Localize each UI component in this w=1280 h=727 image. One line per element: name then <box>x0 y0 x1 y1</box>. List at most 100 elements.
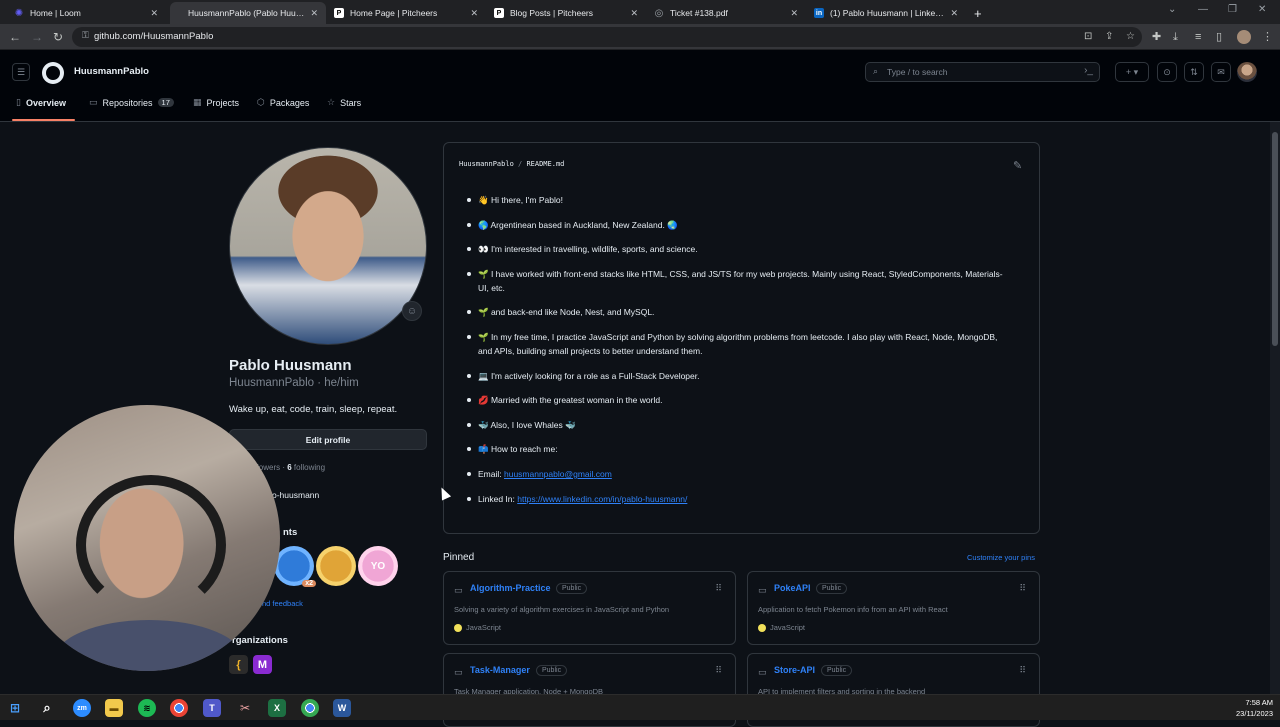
tab-repositories[interactable]: ▭ Repositories 17 <box>89 97 174 108</box>
scrollbar-thumb[interactable] <box>1272 132 1278 346</box>
chrome-profile-icon[interactable] <box>301 699 319 717</box>
system-clock[interactable]: 7:58 AM 23/11/2023 <box>1227 697 1273 719</box>
achievement-badge-quickdraw[interactable] <box>316 546 356 586</box>
zoom-icon[interactable]: zm <box>73 699 91 717</box>
linkedin-link[interactable]: https://www.linkedin.com/in/pablo-huusma… <box>517 494 687 504</box>
drag-handle-icon[interactable]: ⠿ <box>1019 583 1026 594</box>
github-header: ☰ HuusmannPablo ⌕ Type / to search ›_ + … <box>0 50 1280 122</box>
downloads-icon[interactable]: ⤓ <box>1173 29 1178 45</box>
repo-name-link[interactable]: Task-Manager <box>470 665 530 675</box>
close-icon[interactable]: ✕ <box>950 8 958 19</box>
tab-projects[interactable]: ▦ Projects <box>193 97 239 108</box>
browser-tab-linkedin[interactable]: in (1) Pablo Huusmann | LinkedIn ✕ <box>806 2 966 24</box>
teams-icon[interactable]: T <box>203 699 221 717</box>
pinned-repo-card[interactable]: ▭ PokeAPI Public ⠿ Application to fetch … <box>747 571 1040 645</box>
reload-icon[interactable]: ↻ <box>53 29 63 45</box>
chrome-icon[interactable] <box>170 699 188 717</box>
browser-toolbar: ← → ↻ ⚿ github.com/HuusmannPablo ⊡ ⇪ ☆ ✚… <box>0 24 1280 50</box>
achievement-badge-pair[interactable]: x2 <box>274 546 316 587</box>
pencil-icon[interactable]: ✎ <box>1013 159 1022 172</box>
browser-tab-pitcheers-home[interactable]: P Home Page | Pitcheers ✕ <box>326 2 486 24</box>
linkedin-icon: in <box>814 8 824 18</box>
repo-name-link[interactable]: PokeAPI <box>774 583 811 593</box>
close-icon[interactable]: ✕ <box>470 8 478 19</box>
following-label[interactable]: following <box>292 463 325 472</box>
browser-tab-ticket-pdf[interactable]: ◎ Ticket #138.pdf ✕ <box>646 2 806 24</box>
windows-start-icon[interactable]: ⊞ <box>6 699 24 717</box>
list-item: 🌎 Argentinean based in Auckland, New Zea… <box>467 218 1008 232</box>
bookmark-star-icon[interactable]: ☆ <box>1126 31 1135 42</box>
new-tab-button[interactable]: + <box>966 2 988 24</box>
close-window-icon[interactable]: ✕ <box>1258 4 1266 15</box>
readme-path-file[interactable]: README.md <box>526 160 564 168</box>
spotify-icon[interactable]: ≋ <box>138 699 156 717</box>
tab-stars[interactable]: ☆ Stars <box>327 97 361 108</box>
share-icon[interactable]: ⇪ <box>1105 31 1113 42</box>
visibility-badge: Public <box>816 583 848 594</box>
drag-handle-icon[interactable]: ⠿ <box>715 583 722 594</box>
tab-overview[interactable]: ▯ Overview <box>16 97 66 108</box>
clock-date: 23/11/2023 <box>1236 709 1273 718</box>
shirt-shape <box>54 620 244 671</box>
drag-handle-icon[interactable]: ⠿ <box>1019 665 1026 676</box>
create-new-button[interactable]: + ▾ <box>1115 62 1149 82</box>
list-item: 💻 I'm actively looking for a role as a F… <box>467 369 1008 383</box>
headset-shape <box>76 475 226 615</box>
email-link[interactable]: huusmannpablo@gmail.com <box>504 469 612 479</box>
repo-name-link[interactable]: Store-API <box>774 665 815 675</box>
repo-icon: ▭ <box>758 585 767 595</box>
notifications-icon[interactable]: ✉ <box>1211 62 1231 82</box>
pull-requests-icon[interactable]: ⇅ <box>1184 62 1204 82</box>
browser-tab-pitcheers-blog[interactable]: P Blog Posts | Pitcheers ✕ <box>486 2 646 24</box>
star-icon: ☆ <box>327 97 336 107</box>
org-avatar[interactable]: M <box>253 655 272 674</box>
tab-label: Projects <box>206 97 240 108</box>
tab-packages[interactable]: ⬡ Packages <box>257 97 309 108</box>
address-bar[interactable]: ⚿ github.com/HuusmannPablo ⊡ ⇪ ☆ <box>72 27 1142 47</box>
menu-icon[interactable]: ☰ <box>12 63 30 81</box>
repo-name-link[interactable]: Algorithm-Practice <box>470 583 551 593</box>
word-icon[interactable]: W <box>333 699 351 717</box>
edit-profile-button[interactable]: Edit profile <box>229 429 427 450</box>
close-icon[interactable]: ✕ <box>150 8 158 19</box>
close-icon[interactable]: ✕ <box>310 8 318 19</box>
command-palette-icon[interactable]: ›_ <box>1084 65 1093 76</box>
achievement-badge-yolo[interactable]: YO <box>358 546 398 586</box>
browser-tab-loom[interactable]: ✺ Home | Loom ✕ <box>6 2 166 24</box>
excel-icon[interactable]: X <box>268 699 286 717</box>
page-scrollbar[interactable] <box>1270 122 1280 694</box>
tab-search-icon[interactable]: ⌄ <box>1168 4 1176 15</box>
forward-icon[interactable]: → <box>31 29 43 45</box>
site-info-icon[interactable]: ⚿ <box>82 30 89 41</box>
back-icon[interactable]: ← <box>9 29 21 45</box>
install-app-icon[interactable]: ⊡ <box>1084 31 1092 42</box>
minimize-icon[interactable]: — <box>1198 4 1208 15</box>
user-avatar[interactable] <box>1237 62 1257 82</box>
drag-handle-icon[interactable]: ⠿ <box>715 665 722 676</box>
maximize-icon[interactable]: ❐ <box>1228 4 1237 15</box>
readme-path-user[interactable]: HuusmannPablo <box>459 160 514 168</box>
smiley-icon[interactable]: ☺ <box>402 301 422 321</box>
list-item: 👀 I'm interested in travelling, wildlife… <box>467 242 1008 256</box>
globe-icon: ◎ <box>654 7 664 19</box>
search-icon[interactable]: ⌕ <box>38 699 56 717</box>
pinned-repo-card[interactable]: ▭ Algorithm-Practice Public ⠿ Solving a … <box>443 571 736 645</box>
reading-list-icon[interactable]: ≡ <box>1195 29 1201 45</box>
profile-avatar[interactable] <box>229 147 427 345</box>
customize-pins-link[interactable]: Customize your pins <box>967 553 1035 562</box>
file-explorer-icon[interactable]: ▬ <box>105 699 123 717</box>
snipping-tool-icon[interactable]: ✂ <box>236 699 254 717</box>
browser-tab-strip: ✺ Home | Loom ✕ HuusmannPablo (Pablo Huu… <box>0 0 1280 24</box>
close-icon[interactable]: ✕ <box>630 8 638 19</box>
github-logo-icon[interactable] <box>42 62 64 84</box>
chrome-menu-icon[interactable]: ⋮ <box>1262 29 1273 45</box>
extensions-icon[interactable]: ✚ <box>1152 29 1161 45</box>
profile-avatar-icon[interactable] <box>1237 30 1251 44</box>
repo-description: Application to fetch Pokemon info from a… <box>758 605 948 614</box>
browser-tab-github[interactable]: HuusmannPablo (Pablo Huusmann) ✕ <box>170 2 326 24</box>
search-input[interactable]: ⌕ Type / to search ›_ <box>865 62 1100 82</box>
close-icon[interactable]: ✕ <box>790 8 798 19</box>
header-username[interactable]: HuusmannPablo <box>74 66 149 77</box>
side-panel-icon[interactable]: ▯ <box>1216 29 1222 45</box>
issues-icon[interactable]: ⊙ <box>1157 62 1177 82</box>
